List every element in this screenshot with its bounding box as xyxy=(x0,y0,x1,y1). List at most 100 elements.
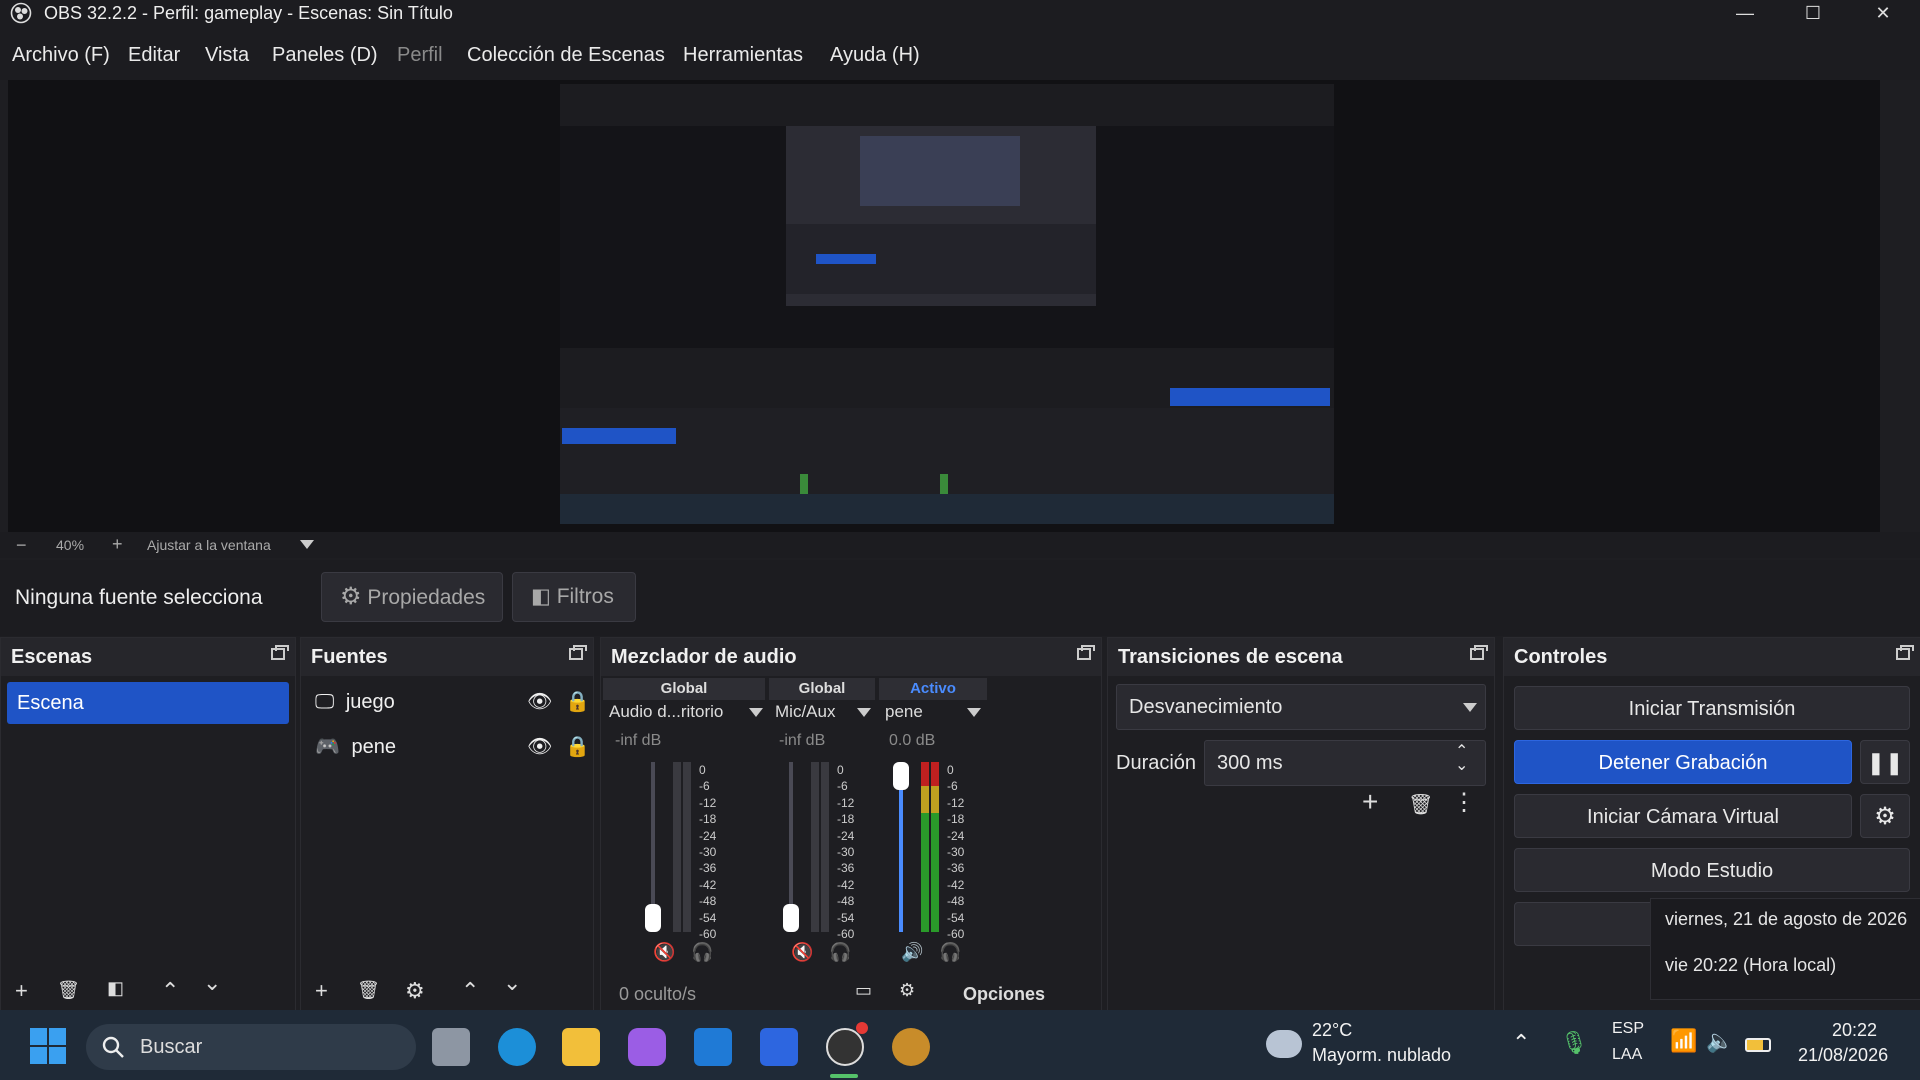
mixer-settings-icon[interactable]: ⚙ xyxy=(899,980,915,1001)
start-virtual-camera-button[interactable]: Iniciar Cámara Virtual xyxy=(1514,794,1852,838)
menu-editar[interactable]: Editar xyxy=(128,44,180,67)
transitions-title: Transiciones de escena xyxy=(1118,646,1343,668)
language-code[interactable]: ESP xyxy=(1612,1020,1644,1038)
chevron-down-icon[interactable] xyxy=(749,708,763,718)
file-explorer-icon[interactable] xyxy=(562,1028,600,1066)
copilot-icon[interactable] xyxy=(628,1028,666,1066)
source-item[interactable]: 🖵 juego 👁 🔒 xyxy=(315,684,590,720)
microphone-icon[interactable]: 🎙 xyxy=(1560,1030,1588,1056)
maximize-button[interactable]: ☐ xyxy=(1778,0,1848,26)
transition-select[interactable]: Desvanecimiento xyxy=(1116,684,1486,730)
game-app-icon[interactable] xyxy=(892,1028,930,1066)
add-icon[interactable]: + xyxy=(1362,786,1378,818)
options-button[interactable]: Opciones xyxy=(963,984,1045,1005)
source-toolbar: Ninguna fuente selecciona ⚙ Propiedades … xyxy=(0,560,1920,636)
mixer-toolbar: 0 oculto/s ▭ ⚙ Opciones xyxy=(601,976,1101,1010)
trash-icon[interactable]: 🗑 xyxy=(57,980,80,1001)
minimize-button[interactable]: — xyxy=(1710,0,1780,26)
tooltip-date: viernes, 21 de agosto de 2026 xyxy=(1665,909,1908,929)
weather-cloudy-icon[interactable] xyxy=(1266,1030,1302,1058)
duration-field[interactable]: 300 ms ⌃ ⌄ xyxy=(1204,740,1486,786)
filter-icon: ◧ xyxy=(531,585,551,608)
trash-icon[interactable]: 🗑 xyxy=(1408,792,1433,817)
pause-icon[interactable]: ❚❚ xyxy=(1860,740,1910,784)
task-view-icon[interactable] xyxy=(432,1028,470,1066)
stop-recording-button[interactable]: Detener Grabación xyxy=(1514,740,1852,784)
float-dock-icon[interactable] xyxy=(1470,645,1488,660)
add-icon[interactable]: + xyxy=(15,978,28,1004)
float-dock-icon[interactable] xyxy=(1077,645,1095,660)
properties-label: Propiedades xyxy=(367,586,486,609)
add-icon[interactable]: + xyxy=(315,978,328,1004)
muted-speaker-icon[interactable]: 🔇 xyxy=(791,942,813,963)
zoom-in-button[interactable]: + xyxy=(112,534,123,555)
float-dock-icon[interactable] xyxy=(271,645,289,660)
taskbar-search[interactable]: Buscar xyxy=(86,1024,416,1070)
float-dock-icon[interactable] xyxy=(569,645,587,660)
menu-ayuda[interactable]: Ayuda (H) xyxy=(830,44,920,67)
studio-mode-button[interactable]: Modo Estudio xyxy=(1514,848,1910,892)
level-meter xyxy=(683,762,691,932)
fader-knob[interactable] xyxy=(783,904,799,932)
lock-icon[interactable]: 🔒 xyxy=(565,684,590,720)
windows-start-icon[interactable] xyxy=(30,1028,66,1064)
battery-icon[interactable] xyxy=(1745,1038,1771,1052)
chevron-up-icon[interactable]: ⌃ xyxy=(1512,1030,1530,1056)
menu-vista[interactable]: Vista xyxy=(205,44,249,67)
menu-paneles[interactable]: Paneles (D) xyxy=(272,44,378,67)
gear-icon[interactable]: ⚙ xyxy=(405,978,425,1004)
gear-icon[interactable]: ⚙ xyxy=(1860,794,1910,838)
menu-coleccion[interactable]: Colección de Escenas xyxy=(467,44,665,67)
wifi-icon[interactable]: 📶 xyxy=(1670,1028,1697,1054)
start-stream-button[interactable]: Iniciar Transmisión xyxy=(1514,686,1910,730)
chevron-down-icon[interactable] xyxy=(300,540,314,550)
float-dock-icon[interactable] xyxy=(1896,645,1914,660)
volume-icon[interactable]: 🔈 xyxy=(1706,1028,1733,1054)
clock-date[interactable]: 21/08/2026 xyxy=(1798,1045,1888,1066)
filter-icon[interactable]: ◧ xyxy=(107,978,124,999)
channel-name: Audio d...ritorio xyxy=(609,702,724,721)
chevron-down-icon[interactable]: ⌄ xyxy=(203,970,221,996)
headphones-icon[interactable]: 🎧 xyxy=(829,942,851,963)
lock-icon[interactable]: 🔒 xyxy=(565,729,590,765)
zoom-fit-select[interactable]: Ajustar a la ventana xyxy=(147,537,271,553)
properties-button[interactable]: ⚙ Propiedades xyxy=(321,572,503,622)
eye-icon[interactable]: 👁 xyxy=(527,684,552,720)
search-placeholder: Buscar xyxy=(140,1036,203,1058)
headphones-icon[interactable]: 🎧 xyxy=(691,942,713,963)
controls-title: Controles xyxy=(1514,646,1608,668)
zoom-out-button[interactable]: − xyxy=(16,535,27,556)
source-item[interactable]: 🎮 pene 👁 🔒 xyxy=(315,729,590,765)
layout-icon[interactable]: ▭ xyxy=(855,980,872,1001)
obs-taskbar-icon[interactable] xyxy=(826,1028,864,1066)
chevron-down-icon[interactable]: ⌄ xyxy=(503,970,521,996)
chevron-down-icon[interactable] xyxy=(857,708,871,718)
edge-icon[interactable] xyxy=(498,1028,536,1066)
trash-icon[interactable]: 🗑 xyxy=(357,980,380,1001)
clock-time[interactable]: 20:22 xyxy=(1832,1020,1877,1041)
menu-archivo[interactable]: Archivo (F) xyxy=(12,44,110,67)
more-vertical-icon[interactable]: ⋮ xyxy=(1452,788,1476,817)
fader-knob[interactable] xyxy=(893,762,909,790)
chevron-down-icon[interactable]: ⌄ xyxy=(1455,755,1468,775)
chevron-down-icon[interactable] xyxy=(967,708,981,718)
chevron-up-icon[interactable]: ⌃ xyxy=(161,978,179,1004)
preview-screen-capture xyxy=(560,84,1334,524)
menu-perfil[interactable]: Perfil xyxy=(397,44,443,67)
scene-item[interactable]: Escena xyxy=(7,682,289,724)
close-button[interactable]: ✕ xyxy=(1848,0,1918,26)
muted-speaker-icon[interactable]: 🔇 xyxy=(653,942,675,963)
sources-title: Fuentes xyxy=(311,646,388,668)
outlook-icon[interactable] xyxy=(694,1028,732,1066)
filters-button[interactable]: ◧ Filtros xyxy=(512,572,636,622)
speaker-icon[interactable]: 🔊 xyxy=(901,942,923,963)
duration-value: 300 ms xyxy=(1217,752,1283,774)
menu-herramientas[interactable]: Herramientas xyxy=(683,44,803,67)
chevron-up-icon[interactable]: ⌃ xyxy=(461,978,479,1004)
audio-mixer-dock: Mezclador de audio Global Audio d...rito… xyxy=(600,637,1102,1011)
editor-app-icon[interactable] xyxy=(760,1028,798,1066)
eye-icon[interactable]: 👁 xyxy=(527,729,552,765)
fader-knob[interactable] xyxy=(645,904,661,932)
level-meter xyxy=(921,762,929,932)
headphones-icon[interactable]: 🎧 xyxy=(939,942,961,963)
